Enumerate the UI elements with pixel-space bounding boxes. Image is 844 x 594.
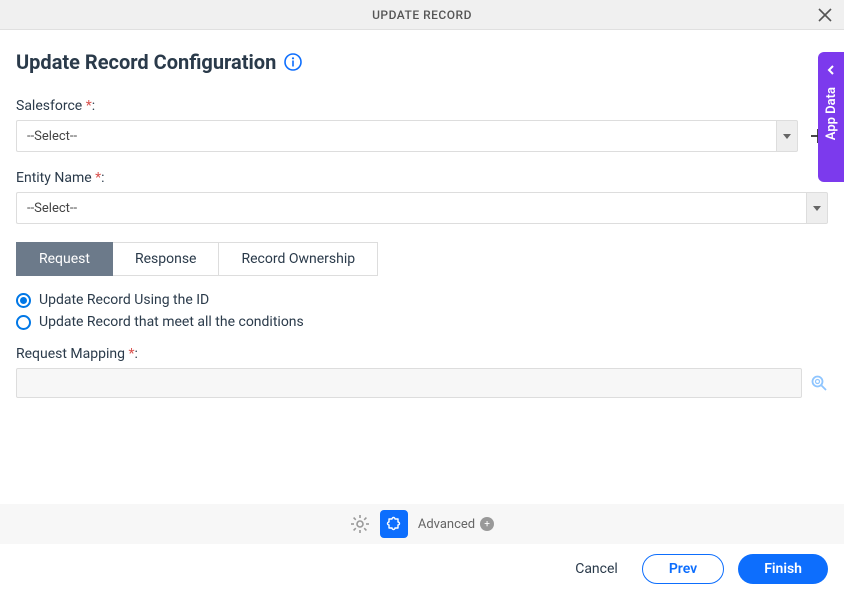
entity-label: Entity Name *:: [16, 170, 828, 186]
salesforce-select-input[interactable]: [16, 120, 776, 152]
required-mark: *: [128, 346, 134, 362]
field-salesforce: Salesforce *:: [16, 98, 828, 152]
chevron-down-icon[interactable]: [776, 120, 798, 152]
titlebar-title: UPDATE RECORD: [372, 8, 472, 22]
entity-select-input[interactable]: [16, 192, 806, 224]
app-data-drawer[interactable]: App Data: [818, 52, 844, 182]
advanced-bar: Advanced +: [0, 504, 844, 544]
tab-record-ownership[interactable]: Record Ownership: [219, 242, 378, 276]
field-request-mapping: Request Mapping *:: [16, 346, 828, 398]
page-title-row: Update Record Configuration: [16, 50, 828, 74]
tabs: Request Response Record Ownership: [16, 242, 828, 276]
entity-select[interactable]: [16, 192, 828, 224]
radio-update-by-id[interactable]: Update Record Using the ID: [16, 292, 828, 308]
footer: Cancel Prev Finish: [0, 544, 844, 594]
puzzle-icon[interactable]: [380, 510, 408, 538]
update-mode-radio-group: Update Record Using the ID Update Record…: [16, 292, 828, 330]
radio-icon[interactable]: [16, 293, 31, 308]
request-mapping-input[interactable]: [16, 368, 802, 398]
radio-label-by-id[interactable]: Update Record Using the ID: [39, 292, 209, 308]
page-title: Update Record Configuration: [16, 50, 276, 74]
cancel-button[interactable]: Cancel: [565, 555, 628, 583]
titlebar: UPDATE RECORD: [0, 0, 844, 30]
prev-button[interactable]: Prev: [642, 554, 724, 584]
salesforce-label: Salesforce *:: [16, 98, 828, 114]
tab-response[interactable]: Response: [113, 242, 220, 276]
required-mark: *: [86, 98, 92, 114]
radio-update-by-condition[interactable]: Update Record that meet all the conditio…: [16, 314, 828, 330]
app-data-label: App Data: [824, 87, 839, 140]
chevron-left-icon: [826, 60, 836, 79]
request-mapping-label: Request Mapping *:: [16, 346, 828, 362]
chevron-down-icon[interactable]: [806, 192, 828, 224]
gear-icon[interactable]: [350, 514, 370, 534]
radio-label-by-condition[interactable]: Update Record that meet all the conditio…: [39, 314, 304, 330]
tab-request[interactable]: Request: [16, 242, 113, 276]
plus-circle-icon: +: [480, 517, 494, 531]
finish-button[interactable]: Finish: [738, 554, 828, 584]
required-mark: *: [95, 170, 101, 186]
field-entity: Entity Name *:: [16, 170, 828, 224]
salesforce-select[interactable]: [16, 120, 798, 152]
advanced-label-text: Advanced: [418, 517, 475, 532]
info-icon[interactable]: [284, 53, 302, 71]
content-area: Update Record Configuration Salesforce *…: [0, 30, 844, 398]
advanced-toggle[interactable]: Advanced +: [418, 517, 494, 532]
close-icon[interactable]: [816, 6, 834, 24]
radio-icon[interactable]: [16, 315, 31, 330]
lookup-icon[interactable]: [810, 374, 828, 392]
